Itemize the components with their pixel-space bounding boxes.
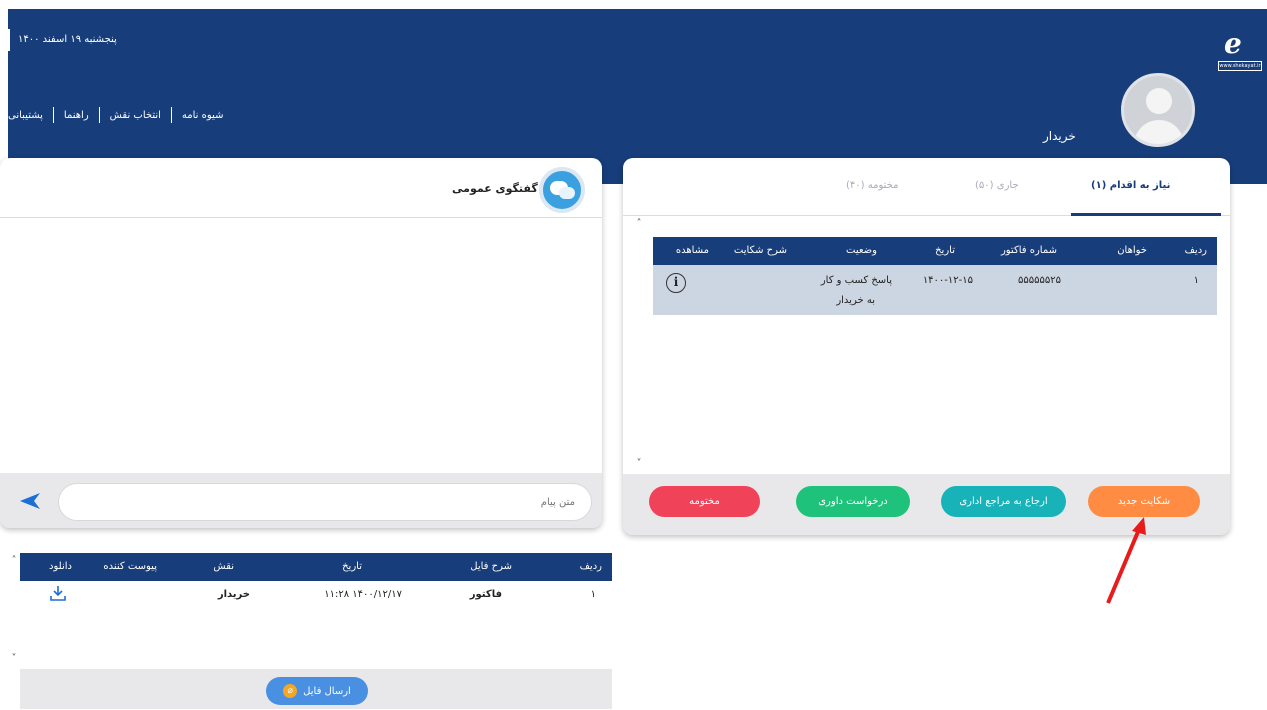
col-date: تاریخ [342, 561, 362, 572]
tab-needs-action[interactable]: نیاز به اقدام (۱) [1091, 180, 1170, 191]
col-plaintiff: خواهان [1117, 245, 1147, 256]
scroll-down-icon[interactable]: ˅ [633, 458, 645, 469]
nav-guidelines[interactable]: شیوه نامه [182, 110, 224, 121]
header-nav: پشتیبانی راهنما انتخاب نقش شیوه نامه [8, 107, 223, 123]
avatar-head [1146, 88, 1172, 114]
scroll-down-icon[interactable]: ˅ [8, 653, 20, 664]
active-tab-underline [1071, 213, 1221, 216]
tab-ongoing[interactable]: جاری (۵۰) [975, 180, 1019, 191]
attachments-panel: ˄ ˅ ردیف شرح فایل تاریخ نقش پیوست کننده … [8, 551, 612, 709]
col-index: ردیف [1184, 245, 1207, 256]
col-date: تاریخ [935, 245, 955, 256]
send-file-label: ارسال فایل [303, 685, 351, 697]
file-row-role: خریدار [217, 589, 250, 600]
row-index: ۱ [1193, 275, 1199, 286]
complaints-table: ردیف خواهان شماره فاکتور تاریخ وضعیت شرح… [653, 237, 1217, 315]
header-date: پنجشنبه ۱۹ اسفند ۱۴۰۰ [18, 34, 117, 45]
logo-mark: e [1224, 27, 1242, 60]
complaints-card: نیاز به اقدام (۱) جاری (۵۰) مختومه (۴۰) … [623, 158, 1230, 535]
info-icon[interactable]: i [666, 273, 686, 293]
attachments-scrollbar[interactable]: ˄ ˅ [8, 553, 20, 667]
nav-help[interactable]: راهنما [64, 110, 89, 121]
send-icon[interactable] [18, 491, 42, 511]
col-invoice: شماره فاکتور [1000, 245, 1057, 256]
col-role: نقش [213, 561, 234, 572]
file-row-date: ۱۴۰۰/۱۲/۱۷ ۱۱:۲۸ [324, 589, 402, 600]
nav-separator [98, 107, 100, 123]
new-complaint-button[interactable]: شکایت جدید [1088, 486, 1200, 517]
table-row[interactable]: ۱ فاکتور ۱۴۰۰/۱۲/۱۷ ۱۱:۲۸ خریدار [20, 581, 612, 609]
col-index: ردیف [579, 561, 602, 572]
row-invoice: ۵۵۵۵۵۵۲۵ [1018, 275, 1061, 286]
row-date: ۱۴۰۰-۱۲-۱۵ [922, 275, 973, 286]
col-description: شرح شکایت [733, 245, 787, 256]
chat-input-bar [0, 473, 602, 528]
download-icon[interactable] [50, 585, 66, 601]
user-role-label: خریدار [1043, 129, 1076, 143]
refer-admin-button[interactable]: ارجاع به مراجع اداری [941, 486, 1066, 517]
attachments-footer: ارسال فایل ⌀ [20, 669, 612, 709]
paperclip-icon: ⌀ [283, 684, 298, 698]
scroll-up-icon[interactable]: ˄ [633, 218, 645, 229]
annotation-arrow-icon [1106, 517, 1146, 604]
chat-title: گفتگوی عمومی [452, 182, 538, 195]
chat-messages-area[interactable] [0, 218, 602, 473]
scroll-up-icon[interactable]: ˄ [8, 555, 20, 566]
logo-strip: www.shekayat.ir [1218, 61, 1262, 71]
nav-separator [52, 107, 54, 123]
site-logo[interactable]: e www.shekayat.ir [1216, 27, 1266, 73]
chat-header: گفتگوی عمومی [0, 158, 602, 218]
col-download: دانلود [49, 561, 72, 572]
complaints-scrollbar[interactable]: ˄ ˅ [633, 218, 645, 474]
file-row-index: ۱ [590, 589, 596, 600]
row-status-line1: پاسخ کسب و کار [820, 275, 892, 286]
table-row[interactable]: ۱ ۵۵۵۵۵۵۲۵ ۱۴۰۰-۱۲-۱۵ پاسخ کسب و کار به … [653, 265, 1217, 315]
row-status-line2: به خریدار [836, 295, 875, 306]
col-file-description: شرح فایل [470, 561, 512, 572]
attachments-table-header: ردیف شرح فایل تاریخ نقش پیوست کننده دانل… [20, 553, 612, 581]
header-divider [8, 29, 10, 51]
avatar-body [1134, 120, 1184, 144]
close-case-button[interactable]: مختومه [649, 486, 760, 517]
nav-select-role[interactable]: انتخاب نقش [110, 110, 161, 121]
send-file-button[interactable]: ارسال فایل ⌀ [266, 677, 368, 705]
col-uploader: پیوست کننده [103, 561, 157, 572]
chat-bubbles-icon [539, 167, 585, 213]
file-row-description: فاکتور [469, 589, 502, 600]
bubble-shape [559, 187, 575, 199]
message-input[interactable] [58, 483, 592, 521]
tab-closed[interactable]: مختومه (۴۰) [846, 180, 898, 191]
col-status: وضعیت [846, 245, 877, 256]
arbitration-request-button[interactable]: درخواست داوری [796, 486, 910, 517]
chat-card: گفتگوی عمومی [0, 158, 602, 528]
avatar[interactable] [1121, 73, 1195, 147]
complaints-table-header: ردیف خواهان شماره فاکتور تاریخ وضعیت شرح… [653, 237, 1217, 265]
nav-support[interactable]: پشتیبانی [8, 110, 43, 121]
nav-separator [170, 107, 172, 123]
complaints-tabs: نیاز به اقدام (۱) جاری (۵۰) مختومه (۴۰) [623, 158, 1230, 216]
col-view: مشاهده [675, 245, 709, 256]
